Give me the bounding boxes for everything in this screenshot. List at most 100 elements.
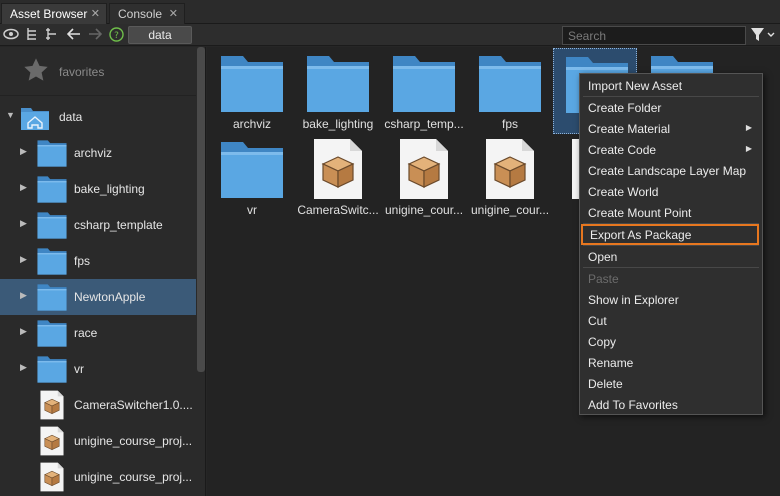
tree-item[interactable]: ▶ vr <box>0 351 196 387</box>
tree-item-label: archviz <box>74 146 113 160</box>
tree-item-label: vr <box>74 362 84 376</box>
tree-item[interactable]: unigine_course_proj... <box>0 459 196 495</box>
menu-item-label: Copy <box>588 334 617 349</box>
menu-item-label: Create Code <box>588 142 657 157</box>
favorites-section[interactable]: favorites <box>0 47 196 95</box>
asset-label: archviz <box>232 117 271 131</box>
submenu-arrow-icon: ▶ <box>745 123 752 132</box>
asset-label: unigine_cour... <box>384 203 464 217</box>
asset-folder[interactable]: csharp_temp... <box>381 48 465 134</box>
asset-package[interactable]: unigine_cour... <box>467 134 551 220</box>
tree-item[interactable]: ▶ bake_lighting <box>0 171 196 207</box>
forward-arrow-icon[interactable] <box>87 26 103 42</box>
tree-root-data[interactable]: ▼ data <box>0 99 196 135</box>
back-arrow-icon[interactable] <box>66 26 82 42</box>
close-icon[interactable]: ✕ <box>91 7 100 20</box>
expanded-arrow-icon[interactable]: ▼ <box>6 110 15 120</box>
expand-tree-icon[interactable] <box>24 26 40 42</box>
collapsed-arrow-icon[interactable]: ▶ <box>20 218 27 229</box>
menu-item-add-to-favorites[interactable]: Add To Favorites <box>581 394 761 415</box>
menu-item-import-new-asset[interactable]: Import New Asset <box>581 75 761 96</box>
divider <box>0 95 196 96</box>
tree-item-label: race <box>74 326 98 340</box>
folder-icon <box>37 318 67 348</box>
close-icon[interactable]: ✕ <box>169 7 178 20</box>
menu-item-open[interactable]: Open <box>581 246 761 267</box>
asset-folder[interactable]: vr <box>209 134 293 220</box>
menu-item-export-as-package[interactable]: Export As Package <box>581 224 759 245</box>
tree-item[interactable]: ▶ race <box>0 315 196 351</box>
menu-item-paste: Paste <box>581 268 761 289</box>
collapsed-arrow-icon[interactable]: ▶ <box>20 326 27 337</box>
tree-item[interactable]: CameraSwitcher1.0.... <box>0 387 196 423</box>
folder-icon <box>37 246 67 276</box>
package-icon <box>313 138 363 200</box>
collapsed-arrow-icon[interactable]: ▶ <box>20 290 27 301</box>
tree-item-label: data <box>59 110 83 124</box>
tree-item[interactable]: ▶ csharp_template <box>0 207 196 243</box>
tab-bar: Asset Browser ✕ Console ✕ <box>0 0 780 24</box>
package-icon <box>40 462 64 492</box>
tree-item-label: fps <box>74 254 91 268</box>
help-icon[interactable]: ? <box>108 26 124 42</box>
package-icon <box>40 390 64 420</box>
menu-item-label: Paste <box>588 271 619 286</box>
tab-asset-browser[interactable]: Asset Browser ✕ <box>1 3 107 24</box>
menu-item-cut[interactable]: Cut <box>581 310 761 331</box>
svg-text:?: ? <box>114 31 119 41</box>
asset-folder[interactable]: bake_lighting <box>295 48 379 134</box>
tab-console[interactable]: Console ✕ <box>109 3 185 24</box>
tree-item[interactable]: unigine_course_proj... <box>0 423 196 459</box>
scrollbar-vertical[interactable] <box>197 47 205 372</box>
asset-label: bake_lighting <box>302 117 374 131</box>
folder-icon <box>306 52 370 114</box>
folder-icon <box>37 354 67 384</box>
asset-label: vr <box>247 203 257 217</box>
asset-package[interactable]: CameraSwitc... <box>295 134 379 220</box>
collapsed-arrow-icon[interactable]: ▶ <box>20 362 27 373</box>
menu-item-rename[interactable]: Rename <box>581 352 761 373</box>
tree-item[interactable]: ▶ fps <box>0 243 196 279</box>
menu-item-copy[interactable]: Copy <box>581 331 761 352</box>
collapsed-arrow-icon[interactable]: ▶ <box>20 146 27 157</box>
collapse-tree-icon[interactable] <box>44 26 60 42</box>
tree-item[interactable]: ▶ NewtonApple <box>0 279 196 315</box>
menu-item-label: Create Folder <box>588 100 662 115</box>
filter-icon[interactable] <box>750 27 776 43</box>
asset-label: fps <box>501 117 518 131</box>
tree-item-label: CameraSwitcher1.0.... <box>74 398 193 412</box>
collapsed-arrow-icon[interactable]: ▶ <box>20 182 27 193</box>
tab-label: Console <box>118 7 163 21</box>
menu-item-label: Import New Asset <box>588 78 683 93</box>
menu-item-label: Delete <box>588 376 623 391</box>
menu-item-show-in-explorer[interactable]: Show in Explorer <box>581 289 761 310</box>
menu-item-create-landscape-layer-map[interactable]: Create Landscape Layer Map <box>581 160 761 181</box>
tree-item[interactable]: ▶ archviz <box>0 135 196 171</box>
menu-item-delete[interactable]: Delete <box>581 373 761 394</box>
folder-icon <box>392 52 456 114</box>
home-folder-icon <box>21 108 49 130</box>
package-icon <box>485 138 535 200</box>
folder-icon <box>37 174 67 204</box>
tree-item-label: unigine_course_proj... <box>74 470 193 484</box>
menu-item-create-folder[interactable]: Create Folder <box>581 97 761 118</box>
asset-folder[interactable]: fps <box>467 48 551 134</box>
menu-item-label: Create Material <box>588 121 671 136</box>
path-breadcrumb[interactable]: data <box>128 26 192 44</box>
toolbar: ? data <box>0 24 780 46</box>
eye-icon[interactable] <box>3 26 19 42</box>
menu-item-create-code[interactable]: Create Code ▶ <box>581 139 761 160</box>
menu-item-create-material[interactable]: Create Material ▶ <box>581 118 761 139</box>
menu-item-create-mount-point[interactable]: Create Mount Point <box>581 202 761 223</box>
tree-item-label: csharp_template <box>74 218 163 232</box>
menu-item-create-world[interactable]: Create World <box>581 181 761 202</box>
search-input[interactable] <box>562 26 746 45</box>
menu-item-label: Cut <box>588 313 607 328</box>
asset-label: unigine_cour... <box>470 203 550 217</box>
asset-folder[interactable]: archviz <box>209 48 293 134</box>
folder-icon <box>220 52 284 114</box>
collapsed-arrow-icon[interactable]: ▶ <box>20 254 27 265</box>
asset-package[interactable]: unigine_cour... <box>381 134 465 220</box>
asset-label: csharp_temp... <box>384 117 464 131</box>
folder-icon <box>37 138 67 168</box>
